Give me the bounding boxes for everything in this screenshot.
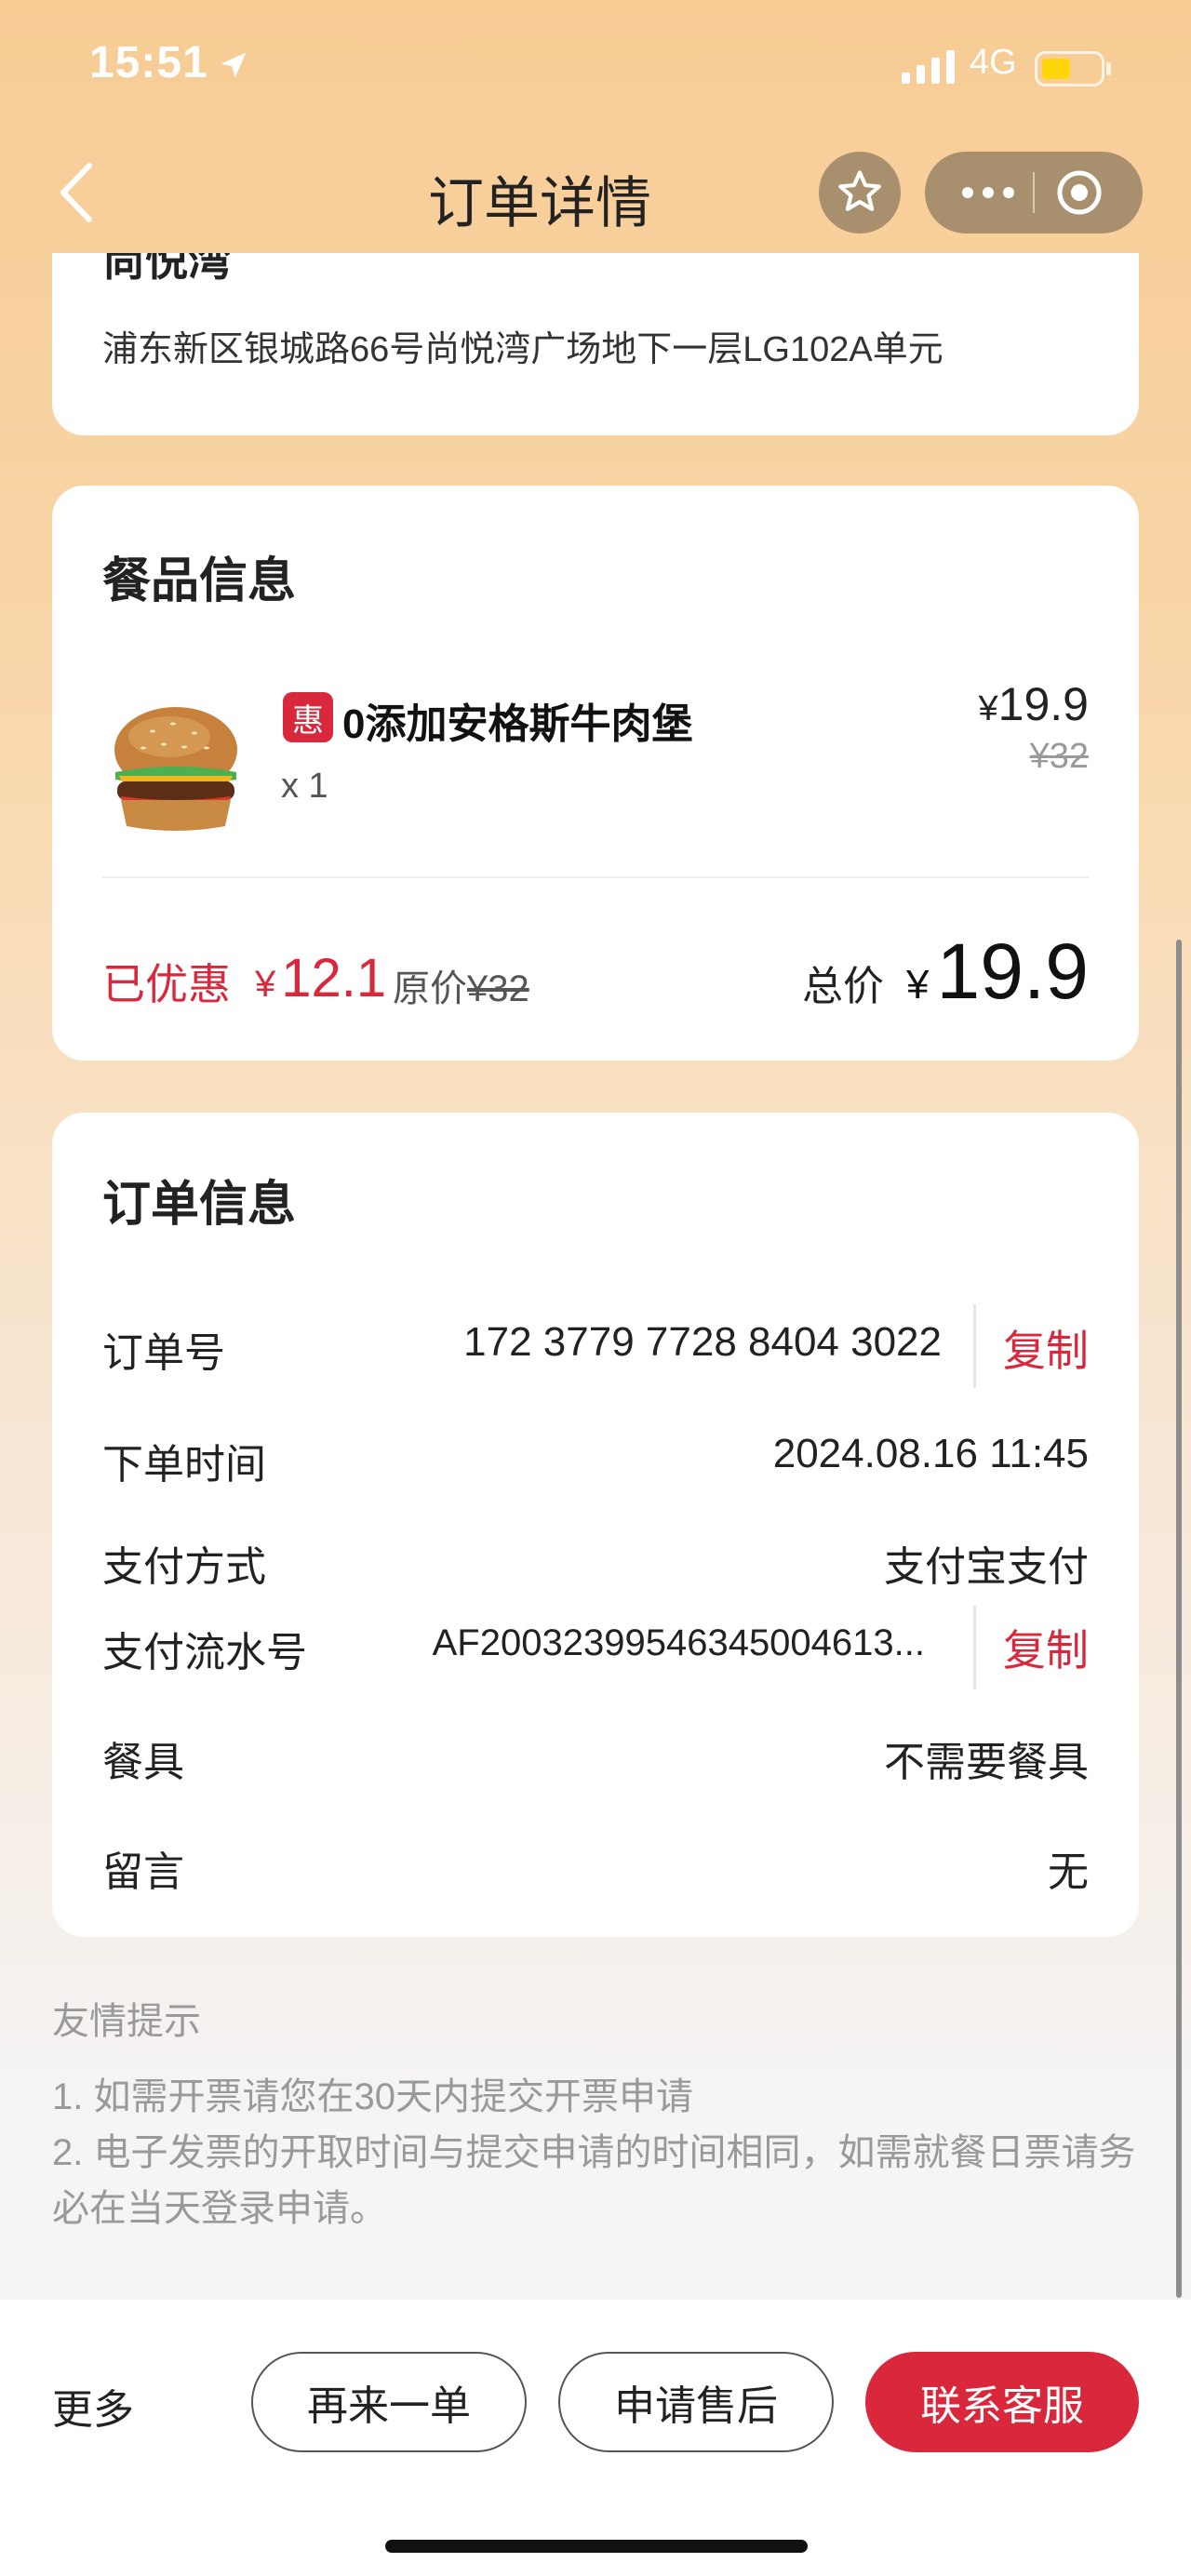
favorite-button[interactable] <box>819 152 901 234</box>
home-indicator <box>385 2540 808 2553</box>
discount-amount: ¥12.1 <box>255 947 386 1009</box>
food-info-card: 餐品信息 惠 0添加安格斯牛肉堡 x 1 ¥19.9 ¥32 已优惠 ¥12.1… <box>52 486 1139 1061</box>
discount-badge: 惠 <box>283 692 333 742</box>
tip-item: 2. 电子发票的开取时间与提交申请的时间相同，如需就餐日票请务必在当天登录申请。 <box>52 2132 1136 2229</box>
battery-icon <box>1035 51 1111 87</box>
store-name: 尚悦湾 <box>102 253 231 285</box>
star-icon <box>838 170 881 211</box>
item-price: ¥19.9 <box>979 677 1089 731</box>
total-amount-value: 19.9 <box>936 928 1090 1015</box>
currency-symbol: ¥ <box>906 962 930 1008</box>
capsule-separator <box>1033 172 1035 213</box>
food-section-title: 餐品信息 <box>102 554 297 608</box>
contact-service-button[interactable]: 联系客服 <box>865 2352 1139 2452</box>
utensils-value: 不需要餐具 <box>884 1740 1089 1785</box>
copy-payment-serial-button[interactable]: 复制 <box>1003 1617 1089 1678</box>
tip-item: 1. 如需开票请您在30天内提交开票申请 <box>52 2076 693 2117</box>
remark-label: 留言 <box>102 1849 184 1895</box>
location-arrow-icon <box>221 52 247 78</box>
utensils-label: 餐具 <box>102 1740 184 1785</box>
page-title: 订单详情 <box>428 172 651 234</box>
order-time-label: 下单时间 <box>102 1442 266 1488</box>
item-price-value: 19.9 <box>997 678 1089 730</box>
original-price: 原价¥32 <box>393 958 529 1012</box>
vertical-divider <box>973 1606 976 1689</box>
network-label: 4G <box>970 43 1017 82</box>
order-section-title: 订单信息 <box>102 1178 297 1232</box>
food-quantity: x 1 <box>281 767 328 806</box>
total-amount: ¥19.9 <box>906 927 1089 1017</box>
copy-order-number-button[interactable]: 复制 <box>1003 1317 1089 1379</box>
more-button[interactable]: 更多 <box>52 2376 134 2436</box>
target-icon[interactable] <box>1055 168 1104 217</box>
order-info-card: 订单信息 订单号 172 3779 7728 8404 3022 复制 下单时间… <box>52 1113 1139 1937</box>
miniapp-capsule <box>925 152 1143 234</box>
discount-amount-value: 12.1 <box>281 948 387 1008</box>
more-dots-icon[interactable] <box>960 180 1016 206</box>
tips-title: 友情提示 <box>52 2001 201 2042</box>
order-time-value: 2024.08.16 11:45 <box>772 1431 1089 1476</box>
store-address: 浦东新区银城路66号尚悦湾广场地下一层LG102A单元 <box>102 330 943 369</box>
payment-serial-label: 支付流水号 <box>102 1630 307 1675</box>
original-price-label: 原价 <box>393 968 467 1009</box>
vertical-divider <box>973 1304 976 1388</box>
currency-symbol: ¥ <box>255 964 276 1005</box>
status-time: 15:51 <box>89 38 208 87</box>
scrollbar[interactable] <box>1176 940 1182 2298</box>
after-sale-button[interactable]: 申请售后 <box>558 2352 834 2452</box>
burger-image <box>114 707 237 831</box>
payment-method-value: 支付宝支付 <box>884 1544 1089 1590</box>
address-card: 尚悦湾 浦东新区银城路66号尚悦湾广场地下一层LG102A单元 <box>52 253 1139 435</box>
currency-symbol: ¥ <box>978 689 998 728</box>
order-number-value: 172 3779 7728 8404 3022 <box>463 1319 942 1365</box>
divider <box>102 876 1089 878</box>
payment-method-label: 支付方式 <box>102 1544 266 1590</box>
total-label: 总价 <box>802 964 884 1009</box>
bottom-action-bar: 更多 再来一单 申请售后 联系客服 <box>0 2300 1191 2576</box>
status-bar: 15:51 4G <box>0 0 1191 140</box>
item-original-price: ¥32 <box>1029 737 1089 776</box>
original-price-value: ¥32 <box>467 968 529 1009</box>
remark-value: 无 <box>1048 1849 1089 1895</box>
payment-serial-value: AF20032399546345004613... <box>432 1622 925 1663</box>
food-name: 0添加安格斯牛肉堡 <box>342 701 693 747</box>
signal-icon <box>902 50 955 84</box>
reorder-button[interactable]: 再来一单 <box>251 2352 527 2452</box>
order-number-label: 订单号 <box>102 1330 225 1376</box>
discount-label: 已优惠 <box>102 960 231 1008</box>
